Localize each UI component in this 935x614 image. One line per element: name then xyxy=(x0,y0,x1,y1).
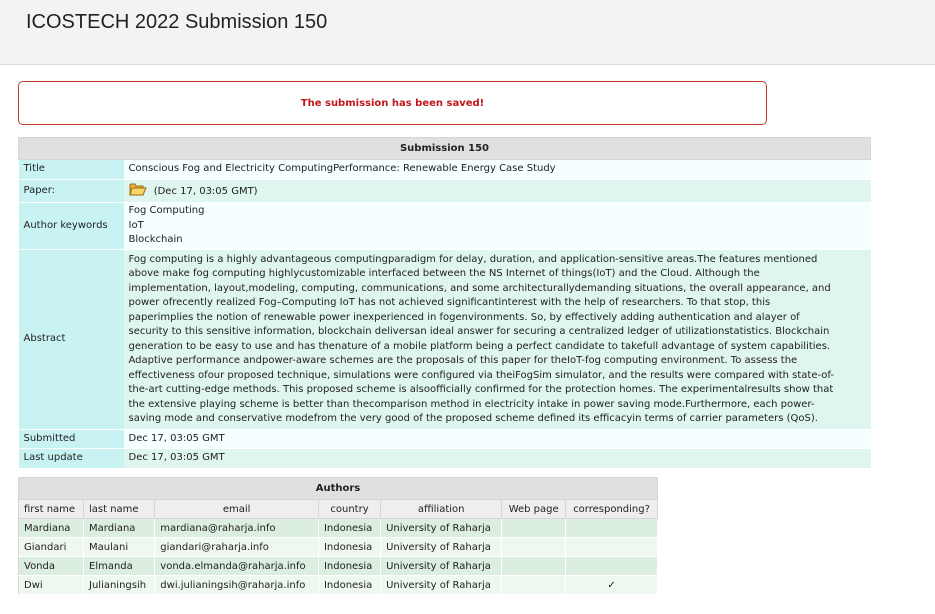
authors-caption: Authors xyxy=(18,477,658,500)
country: Indonesia xyxy=(317,556,382,576)
corresponding: ✓ xyxy=(565,575,658,595)
corresponding xyxy=(565,537,658,557)
web-page xyxy=(501,556,567,576)
column-header: country xyxy=(317,499,382,519)
last-update-label: Last update xyxy=(18,448,124,468)
table-row: Dwi Julianingsih dwi.julianingsih@raharj… xyxy=(18,575,658,595)
country: Indonesia xyxy=(317,537,382,557)
affiliation: University of Raharja xyxy=(380,537,503,557)
email: dwi.julianingsih@raharja.info xyxy=(154,575,319,595)
open-folder-icon[interactable] xyxy=(128,182,147,196)
abstract-text: Fog computing is a highly advantageous c… xyxy=(123,249,871,430)
abstract-line: implementation, layout,modeling, computi… xyxy=(128,282,831,294)
authors-table: Authors first name last name email count… xyxy=(18,477,658,595)
table-row: Mardiana Mardiana mardiana@raharja.info … xyxy=(18,518,658,538)
keywords-list: Fog Computing IoT Blockchain xyxy=(123,202,871,250)
affiliation: University of Raharja xyxy=(380,556,503,576)
table-row: Giandari Maulani giandari@raharja.info I… xyxy=(18,537,658,557)
corresponding xyxy=(565,518,658,538)
abstract-label: Abstract xyxy=(18,249,124,430)
first-name: Vonda xyxy=(18,556,84,576)
abstract-line: saving mode and conservative modefrom th… xyxy=(128,413,818,424)
keyword-item: IoT xyxy=(128,219,144,231)
email: vonda.elmanda@raharja.info xyxy=(154,556,319,576)
first-name: Dwi xyxy=(18,575,84,595)
corresponding xyxy=(565,556,658,576)
alert-message: The submission has been saved! xyxy=(300,97,485,109)
abstract-line: Fog computing is a highly advantageous c… xyxy=(128,253,818,265)
title-value: Conscious Fog and Electricity ComputingP… xyxy=(123,159,871,180)
web-page xyxy=(501,537,567,557)
abstract-line: effectiveness ofour proposed technique, … xyxy=(128,369,834,381)
paper-cell: (Dec 17, 03:05 GMT) xyxy=(123,179,871,203)
first-name: Mardiana xyxy=(18,518,84,538)
country: Indonesia xyxy=(317,575,382,595)
submission-caption: Submission 150 xyxy=(18,137,871,160)
abstract-line: the-art cutting-edge methods. This propo… xyxy=(128,384,834,395)
submitted-value: Dec 17, 03:05 GMT xyxy=(123,429,871,449)
table-row: Vonda Elmanda vonda.elmanda@raharja.info… xyxy=(18,556,658,576)
success-alert: The submission has been saved! xyxy=(18,81,767,125)
first-name: Giandari xyxy=(18,537,84,557)
paper-date: (Dec 17, 03:05 GMT) xyxy=(153,186,258,198)
keyword-item: Blockchain xyxy=(128,234,183,246)
last-name: Maulani xyxy=(82,537,156,557)
affiliation: University of Raharja xyxy=(380,575,503,595)
keyword-item: Fog Computing xyxy=(128,205,205,217)
column-header: affiliation xyxy=(380,499,503,519)
abstract-line: above make fog computing highlycustomiza… xyxy=(128,268,760,279)
last-name: Mardiana xyxy=(82,518,156,538)
keywords-label: Author keywords xyxy=(18,202,124,250)
column-header: corresponding? xyxy=(565,499,658,519)
last-name: Julianingsih xyxy=(82,575,156,595)
web-page xyxy=(501,518,567,538)
column-header: email xyxy=(154,499,319,519)
page-title: ICOSTECH 2022 Submission 150 xyxy=(26,11,328,33)
column-header: last name xyxy=(82,499,156,519)
submitted-label: Submitted xyxy=(18,429,124,449)
submission-table: Submission 150 Title Conscious Fog and E… xyxy=(18,137,871,468)
abstract-line: the extensive playing scheme is better t… xyxy=(128,398,815,410)
abstract-line: paperimplies the notion of renewable pow… xyxy=(128,311,800,323)
abstract-line: generation to be easy to use and has the… xyxy=(128,340,831,352)
web-page xyxy=(501,575,567,595)
abstract-line: power ofrecently realized Fog–Computing … xyxy=(128,297,771,308)
email: mardiana@raharja.info xyxy=(154,518,319,538)
page-header: ICOSTECH 2022 Submission 150 xyxy=(0,0,935,65)
column-header: Web page xyxy=(501,499,567,519)
last-name: Elmanda xyxy=(82,556,156,576)
last-update-value: Dec 17, 03:05 GMT xyxy=(123,448,871,468)
title-label: Title xyxy=(18,159,124,180)
paper-label: Paper: xyxy=(18,179,124,203)
abstract-line: Adaptive performance andpower-aware sche… xyxy=(128,355,798,366)
country: Indonesia xyxy=(317,518,382,538)
email: giandari@raharja.info xyxy=(154,537,319,557)
affiliation: University of Raharja xyxy=(380,518,503,538)
abstract-line: security to this sensitive information, … xyxy=(128,326,830,337)
column-header: first name xyxy=(18,499,84,519)
